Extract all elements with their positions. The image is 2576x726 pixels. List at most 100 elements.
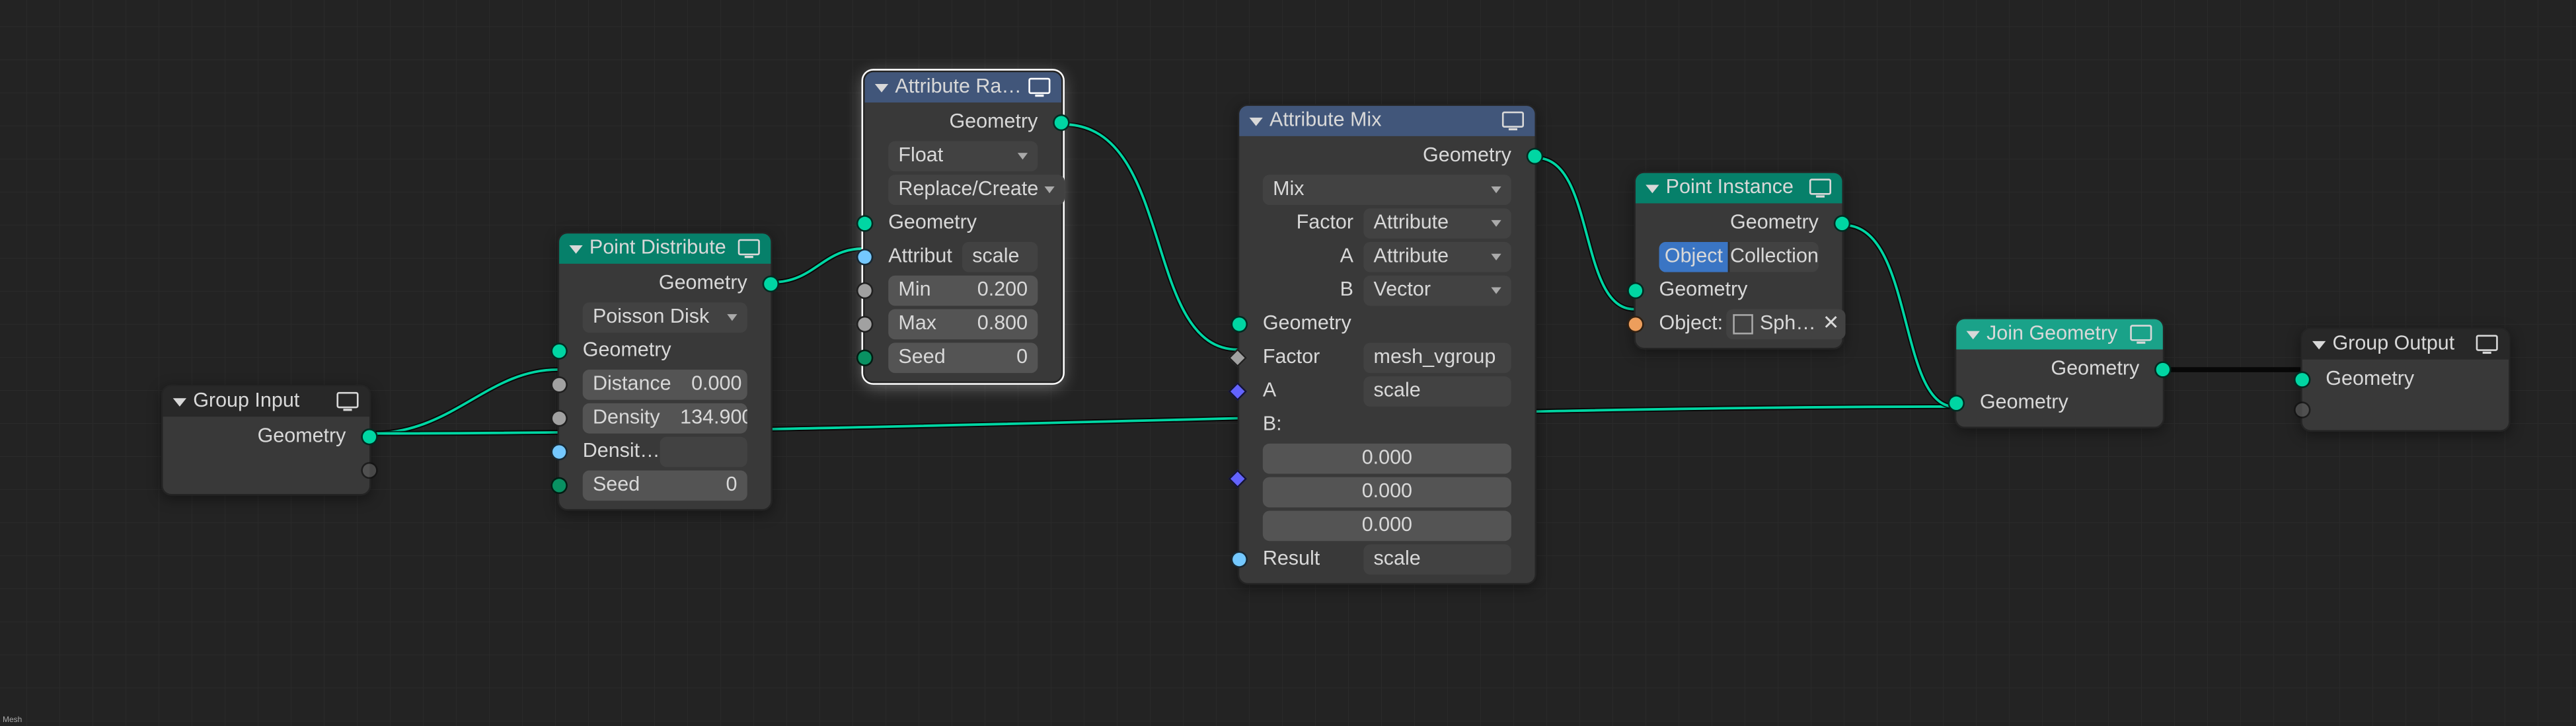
socket-handle[interactable] — [856, 350, 873, 366]
socket-handle[interactable] — [550, 477, 567, 494]
blend-dropdown[interactable]: Mix — [1263, 175, 1511, 205]
socket-handle[interactable] — [1228, 382, 1247, 401]
socket-handle[interactable] — [763, 276, 779, 292]
socket-out-geometry: Geometry — [1956, 353, 2163, 387]
density-attr-input[interactable] — [660, 437, 747, 467]
chevron-down-icon — [1045, 186, 1055, 193]
socket-handle[interactable] — [856, 249, 873, 265]
density-input[interactable]: Density134.900 — [583, 403, 747, 434]
max-input[interactable]: Max0.800 — [888, 309, 1038, 340]
socket-handle[interactable] — [856, 316, 873, 333]
socket-handle[interactable] — [2294, 401, 2310, 418]
socket-in-geometry: Geometry — [2302, 363, 2509, 397]
operation-dropdown[interactable]: Replace/Create — [888, 175, 1065, 205]
collapse-icon[interactable] — [1967, 330, 1980, 339]
method-dropdown[interactable]: Poisson Disk — [583, 302, 747, 333]
socket-handle[interactable] — [856, 282, 873, 299]
socket-handle[interactable] — [1231, 316, 1248, 333]
socket-handle[interactable] — [550, 444, 567, 460]
socket-handle[interactable] — [550, 410, 567, 426]
distance-input[interactable]: Distance0.000 — [583, 370, 747, 400]
factor-attr-input[interactable]: mesh_vgroup — [1363, 343, 1511, 373]
socket-in-geometry: Geometry — [865, 207, 1061, 241]
collapse-icon[interactable] — [2312, 341, 2326, 349]
preview-icon[interactable] — [2129, 324, 2153, 344]
preview-icon[interactable] — [1809, 178, 1833, 198]
clear-icon[interactable]: ✕ — [1823, 313, 1839, 336]
node-join-geometry[interactable]: Join Geometry Geometry Geometry — [1955, 317, 2165, 428]
socket-handle[interactable] — [1231, 551, 1248, 567]
node-header[interactable]: Point Instance — [1636, 173, 1842, 204]
preview-icon[interactable] — [737, 239, 761, 259]
segment-collection[interactable]: Collection — [1728, 242, 1818, 272]
object-picker[interactable]: Sph… ✕ — [1726, 309, 1846, 340]
node-title: Attribute Random… — [895, 76, 1028, 99]
socket-in-b: B: — [1239, 408, 1534, 442]
socket-handle[interactable] — [1053, 114, 1069, 131]
socket-in-geometry: Geometry — [1636, 274, 1842, 307]
collapse-icon[interactable] — [173, 397, 186, 406]
socket-handle[interactable] — [1948, 395, 1965, 411]
attribute-input[interactable]: scale — [962, 242, 1038, 272]
b-y-input[interactable]: 0.000 — [1263, 477, 1511, 508]
preview-icon[interactable] — [2475, 335, 2499, 354]
collapse-icon[interactable] — [1250, 117, 1263, 126]
node-attribute-randomize[interactable]: Attribute Random… Geometry Float Replace… — [863, 71, 1063, 383]
preview-icon[interactable] — [1028, 77, 1051, 97]
node-title: Point Instance — [1666, 177, 1809, 200]
socket-handle[interactable] — [2294, 372, 2310, 388]
preview-icon[interactable] — [336, 391, 360, 411]
min-input[interactable]: Min0.200 — [888, 276, 1038, 306]
socket-out-geometry: Geometry — [559, 267, 771, 301]
node-header[interactable]: Point Distribute — [559, 233, 771, 264]
node-point-distribute[interactable]: Point Distribute Geometry Poisson Disk G… — [558, 232, 773, 511]
chevron-down-icon — [1491, 254, 1501, 261]
socket-handle[interactable] — [550, 376, 567, 393]
socket-handle[interactable] — [1228, 348, 1247, 368]
node-title: Group Input — [193, 390, 336, 413]
socket-handle[interactable] — [550, 343, 567, 359]
node-title: Join Geometry — [1987, 323, 2129, 346]
segment-object[interactable]: Object — [1659, 242, 1729, 272]
socket-handle[interactable] — [361, 428, 377, 445]
preview-icon[interactable] — [1501, 111, 1525, 131]
instance-type-segment[interactable]: Object Collection — [1659, 242, 1819, 272]
datatype-dropdown[interactable]: Float — [888, 141, 1038, 171]
socket-handle[interactable] — [1834, 215, 1850, 231]
a-attr-input[interactable]: scale — [1363, 376, 1511, 407]
a-mode-dropdown[interactable]: Attribute — [1363, 242, 1511, 272]
socket-out-geometry: Geometry — [865, 106, 1061, 140]
b-mode-dropdown[interactable]: Vector — [1363, 276, 1511, 306]
node-point-instance[interactable]: Point Instance Geometry Object Collectio… — [1634, 171, 1844, 349]
socket-in-geometry: Geometry — [1956, 386, 2163, 420]
socket-handle[interactable] — [2154, 361, 2171, 378]
socket-handle[interactable] — [1527, 148, 1543, 165]
chevron-down-icon — [727, 314, 737, 321]
chevron-down-icon — [1018, 153, 1028, 159]
node-header[interactable]: Group Output — [2302, 329, 2509, 360]
socket-in-geometry: Geometry — [559, 335, 771, 368]
chevron-down-icon — [1491, 186, 1501, 193]
node-title: Point Distribute — [589, 237, 738, 261]
node-header[interactable]: Group Input — [163, 386, 369, 417]
node-attribute-mix[interactable]: Attribute Mix Geometry Mix Factor Attrib… — [1238, 104, 1536, 585]
node-group-input[interactable]: Group Input Geometry — [161, 385, 371, 496]
collapse-icon[interactable] — [1646, 184, 1659, 192]
node-header[interactable]: Join Geometry — [1956, 319, 2163, 350]
b-z-input[interactable]: 0.000 — [1263, 510, 1511, 541]
socket-handle[interactable] — [361, 462, 377, 479]
object-data-icon — [1733, 314, 1753, 334]
seed-input[interactable]: Seed0 — [583, 470, 747, 501]
socket-handle[interactable] — [1627, 316, 1644, 333]
socket-handle[interactable] — [1627, 282, 1644, 299]
collapse-icon[interactable] — [569, 245, 582, 253]
seed-input[interactable]: Seed0 — [888, 343, 1038, 373]
node-header[interactable]: Attribute Mix — [1239, 106, 1534, 136]
collapse-icon[interactable] — [875, 83, 888, 92]
socket-handle[interactable] — [856, 215, 873, 231]
node-header[interactable]: Attribute Random… — [865, 72, 1061, 102]
node-group-output[interactable]: Group Output Geometry — [2300, 327, 2511, 432]
factor-mode-dropdown[interactable]: Attribute — [1363, 208, 1511, 239]
b-x-input[interactable]: 0.000 — [1263, 444, 1511, 474]
result-input[interactable]: scale — [1363, 544, 1511, 575]
